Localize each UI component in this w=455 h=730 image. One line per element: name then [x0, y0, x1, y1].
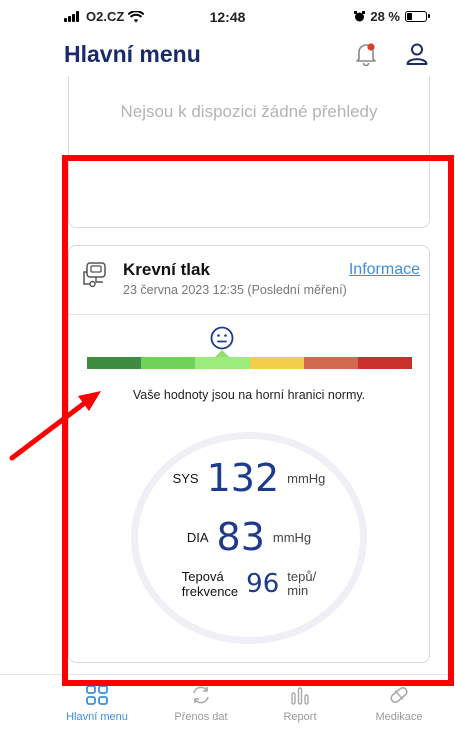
dia-label: DIA [186, 529, 209, 545]
battery-icon [405, 11, 430, 22]
grid-icon [86, 685, 108, 705]
scale-segment [303, 357, 358, 369]
tab-report-label: Report [283, 711, 317, 723]
measurement-date: 23 června 2023 12:35 (Poslední měření) [123, 283, 347, 297]
tab-medication[interactable]: Medikace [354, 685, 444, 723]
battery-percent: 28 % [370, 9, 400, 24]
pressure-scale-bar [87, 357, 413, 369]
pulse-unit: tepů/ min [287, 570, 316, 598]
sys-value: 132 [206, 456, 280, 500]
tab-data-transfer[interactable]: Přenos dat [156, 685, 246, 723]
dia-value: 83 [216, 515, 265, 559]
sys-row: SYS 132 mmHg [138, 456, 360, 500]
scale-segment [249, 357, 304, 369]
user-profile-icon[interactable] [405, 42, 429, 66]
pulse-row: Tepová frekvence 96 tepů/ min [138, 569, 360, 599]
scale-pointer [215, 350, 229, 357]
battery-group: 28 % [354, 9, 430, 24]
app-header: Hlavní menu [0, 32, 455, 76]
status-bar: O2.CZ 12:48 28 % [0, 0, 455, 32]
pulse-unit-line1: tepů/ [287, 569, 317, 584]
sys-label: SYS [172, 470, 199, 486]
card-title: Krevní tlak [123, 260, 210, 279]
dia-row: DIA 83 mmHg [138, 515, 360, 559]
scale-segment [141, 357, 196, 369]
bottom-tab-bar: Hlavní menu Přenos dat Report Medikace [0, 674, 455, 730]
pulse-value: 96 [246, 569, 280, 599]
scale-segment [87, 357, 142, 369]
pulse-label-line1: Tepová [181, 569, 224, 584]
chart-icon [291, 687, 309, 705]
pulse-label-line2: frekvence [181, 584, 239, 599]
scale-segment [195, 357, 250, 369]
scale-segment [357, 357, 413, 369]
sys-unit: mmHg [287, 470, 326, 486]
overview-card: Nejsou k dispozici žádné přehledy [68, 76, 430, 228]
tab-report[interactable]: Report [255, 685, 345, 723]
information-link[interactable]: Informace [349, 261, 420, 279]
dia-unit: mmHg [272, 529, 312, 545]
values-gauge: SYS 132 mmHg DIA 83 mmHg Tepová frekvenc… [131, 432, 367, 644]
neutral-face-icon [210, 326, 234, 350]
assessment-message: Vaše hodnoty jsou na horní hranici normy… [132, 388, 366, 402]
tab-data-transfer-label: Přenos dat [174, 711, 228, 723]
tab-main-menu-label: Hlavní menu [66, 711, 128, 723]
pill-icon [390, 686, 408, 704]
sync-icon [193, 686, 209, 704]
alarm-icon [354, 11, 366, 22]
page-title: Hlavní menu [64, 41, 201, 67]
tab-medication-label: Medikace [375, 711, 423, 723]
card-divider [69, 314, 429, 315]
blood-pressure-card[interactable]: Krevní tlak 23 června 2023 12:35 (Posled… [68, 245, 430, 663]
tab-main-menu[interactable]: Hlavní menu [52, 685, 142, 723]
notification-bell-icon[interactable] [355, 42, 377, 66]
pulse-label: Tepová frekvence [182, 569, 238, 599]
empty-overview-message: Nejsou k dispozici žádné přehledy [120, 102, 378, 121]
pulse-unit-line2: min [287, 583, 309, 598]
blood-pressure-monitor-icon [83, 262, 106, 288]
